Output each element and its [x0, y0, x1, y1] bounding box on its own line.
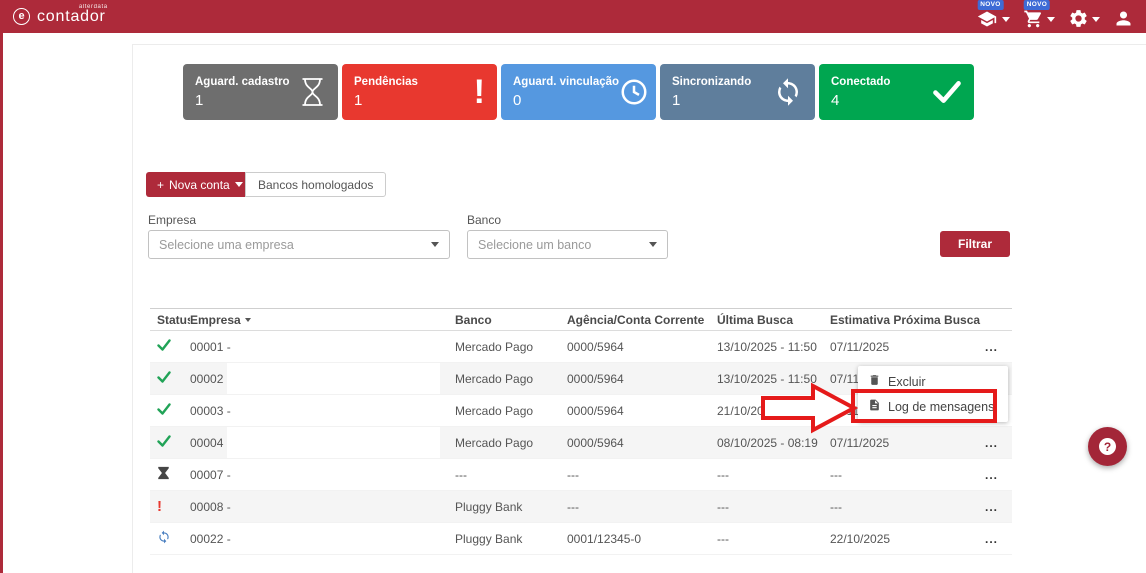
- chevron-down-icon: [431, 242, 439, 247]
- status-card-aguard-vinculacao[interactable]: Aguard. vinculação 0: [501, 64, 656, 120]
- col-estimativa: Estimativa Próxima Busca: [830, 313, 985, 327]
- col-ultima-busca: Última Busca: [717, 313, 830, 327]
- left-accent-strip: [0, 33, 3, 573]
- settings-menu[interactable]: [1068, 8, 1100, 29]
- card-label: Aguard. vinculação: [513, 76, 619, 88]
- row-actions-button[interactable]: ...: [985, 340, 1012, 354]
- check-icon: [932, 79, 962, 105]
- status-connected-icon: [157, 404, 171, 418]
- app-logo[interactable]: e alterdata contador: [0, 8, 106, 26]
- banco-placeholder: Selecione um banco: [478, 238, 591, 252]
- context-menu-excluir[interactable]: Excluir: [858, 369, 1008, 394]
- novo-badge: NOVO: [1024, 0, 1050, 10]
- account-menu[interactable]: [1113, 8, 1134, 29]
- col-status: Status: [157, 313, 190, 327]
- card-label: Conectado: [831, 76, 890, 88]
- table-row[interactable]: 00007 - --- --- --- --- ...: [150, 459, 1012, 491]
- redaction-box: [227, 427, 440, 458]
- col-empresa-sort[interactable]: Empresa: [190, 313, 455, 327]
- table-header: Status Empresa Banco Agência/Conta Corre…: [150, 308, 1012, 331]
- sort-desc-icon: [245, 318, 251, 322]
- empresa-placeholder: Selecione uma empresa: [159, 238, 294, 252]
- card-value: 0: [513, 92, 619, 109]
- cart-icon: [1023, 9, 1044, 29]
- card-value: 4: [831, 92, 890, 109]
- person-icon: [1113, 8, 1134, 29]
- table-row[interactable]: 00022 - Pluggy Bank 0001/12345-0 --- 22/…: [150, 523, 1012, 555]
- question-mark-icon: ?: [1099, 438, 1116, 455]
- logo-icon: e: [13, 8, 30, 25]
- help-button[interactable]: ?: [1088, 427, 1127, 466]
- card-label: Pendências: [354, 76, 418, 88]
- status-connected-icon: [157, 372, 171, 386]
- log-file-icon: [868, 398, 881, 415]
- card-value: 1: [672, 92, 751, 109]
- row-actions-button[interactable]: ...: [985, 468, 1012, 482]
- bancos-homologados-button[interactable]: Bancos homologados: [245, 172, 386, 197]
- card-label: Aguard. cadastro: [195, 76, 290, 88]
- status-card-aguard-cadastro[interactable]: Aguard. cadastro 1: [183, 64, 338, 120]
- status-card-pendencias[interactable]: Pendências 1 !: [342, 64, 497, 120]
- academy-menu[interactable]: NOVO: [975, 9, 1010, 29]
- table-row[interactable]: 00001 - Mercado Pago 0000/5964 13/10/202…: [150, 331, 1012, 363]
- banco-label: Banco: [467, 213, 501, 227]
- logo-subtext: alterdata: [79, 4, 108, 10]
- card-value: 1: [195, 92, 290, 109]
- col-agencia: Agência/Conta Corrente: [567, 313, 717, 327]
- context-menu-log-de-mensagens[interactable]: Log de mensagens: [858, 394, 1008, 419]
- gear-icon: [1068, 8, 1089, 29]
- row-actions-button[interactable]: ...: [985, 500, 1012, 514]
- header-actions: NOVO NOVO: [975, 4, 1146, 29]
- status-connected-icon: [157, 340, 171, 354]
- novo-badge: NOVO: [977, 0, 1003, 10]
- empresa-label: Empresa: [148, 213, 196, 227]
- status-card-sincronizando[interactable]: Sincronizando 1: [660, 64, 815, 120]
- store-menu[interactable]: NOVO: [1023, 9, 1055, 29]
- accounts-table: Status Empresa Banco Agência/Conta Corre…: [150, 308, 1012, 555]
- table-row[interactable]: 00004 - Mercado Pago 0000/5964 08/10/202…: [150, 427, 1012, 459]
- table-row[interactable]: ! 00008 - Pluggy Bank --- --- --- ...: [150, 491, 1012, 523]
- hourglass-icon: [299, 77, 326, 107]
- plus-icon: +: [157, 178, 164, 192]
- status-card-conectado[interactable]: Conectado 4: [819, 64, 974, 120]
- exclamation-icon: !: [474, 75, 485, 109]
- status-waiting-icon: [157, 469, 170, 483]
- chevron-down-icon: [1002, 17, 1010, 22]
- table-body: 00001 - Mercado Pago 0000/5964 13/10/202…: [150, 331, 1012, 555]
- graduation-cap-icon: [975, 9, 999, 29]
- empresa-select[interactable]: Selecione uma empresa: [148, 230, 450, 259]
- clock-icon: [619, 77, 649, 107]
- filtrar-button[interactable]: Filtrar: [940, 231, 1010, 257]
- card-value: 1: [354, 92, 418, 109]
- chevron-down-icon: [1092, 17, 1100, 22]
- card-label: Sincronizando: [672, 76, 751, 88]
- row-actions-button[interactable]: ...: [985, 436, 1012, 450]
- status-pending-icon: !: [157, 499, 162, 514]
- row-actions-button[interactable]: ...: [985, 532, 1012, 546]
- logo-text: contador: [37, 8, 106, 25]
- nova-conta-button[interactable]: + Nova conta: [146, 172, 254, 197]
- chevron-down-icon: [649, 242, 657, 247]
- trash-icon: [868, 373, 881, 390]
- banco-select[interactable]: Selecione um banco: [467, 230, 668, 259]
- row-context-menu: Excluir Log de mensagens: [858, 366, 1008, 422]
- col-banco: Banco: [455, 313, 567, 327]
- status-syncing-icon: [157, 533, 171, 547]
- app-header: e alterdata contador NOVO NOVO: [0, 0, 1146, 33]
- chevron-down-icon: [235, 182, 243, 187]
- sync-icon: [773, 77, 803, 107]
- chevron-down-icon: [1047, 17, 1055, 22]
- redaction-box: [227, 363, 440, 394]
- status-connected-icon: [157, 436, 171, 450]
